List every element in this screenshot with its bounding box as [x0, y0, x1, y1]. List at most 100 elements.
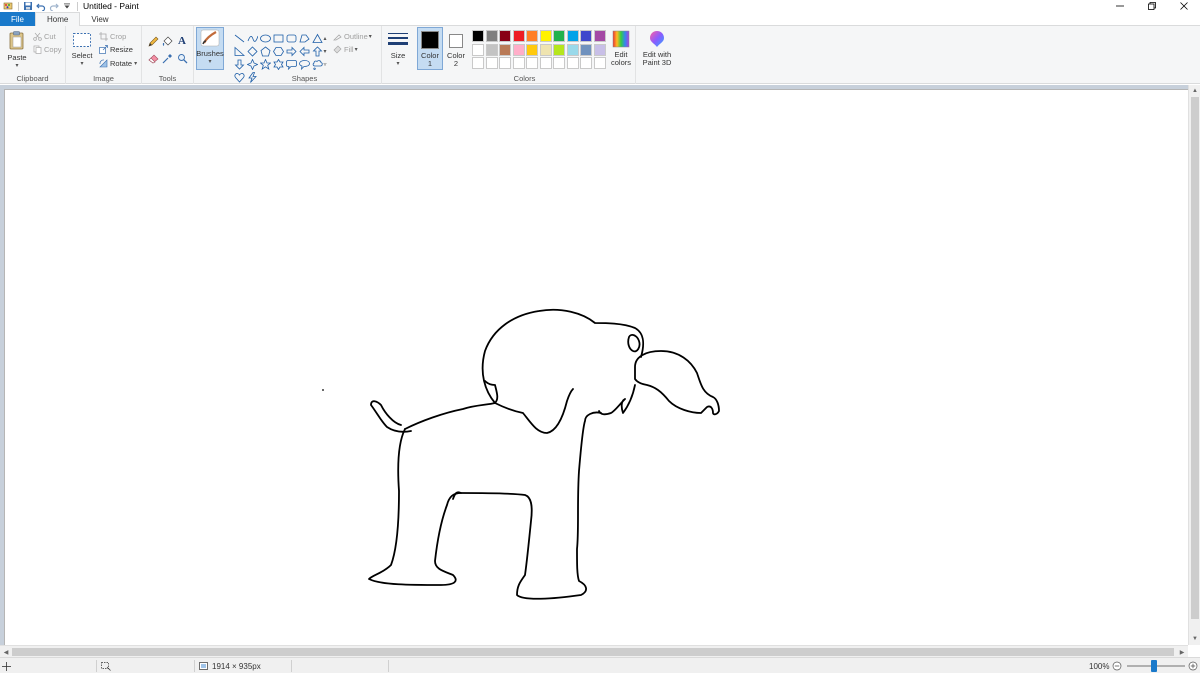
- palette-swatch[interactable]: [566, 30, 579, 42]
- down-arrow-shape-icon[interactable]: [233, 58, 245, 70]
- undo-icon[interactable]: [35, 1, 46, 12]
- magnifier-icon[interactable]: [176, 52, 188, 64]
- palette-swatch[interactable]: [593, 57, 606, 69]
- brushes-dropdown-icon[interactable]: ▾: [208, 58, 211, 66]
- oval-callout-shape-icon[interactable]: [298, 58, 310, 70]
- hexagon-shape-icon[interactable]: [272, 45, 284, 57]
- brushes-button[interactable]: Brushes ▾: [196, 27, 224, 70]
- right-arrow-shape-icon[interactable]: [285, 45, 297, 57]
- ribbon-tabs: File Home View: [0, 12, 1200, 27]
- palette-swatch[interactable]: [472, 30, 484, 42]
- rounded-callout-shape-icon[interactable]: [285, 58, 297, 70]
- edit-colors-label-2: colors: [610, 58, 631, 67]
- outline-button[interactable]: Outline ▾: [332, 30, 372, 42]
- palette-swatch[interactable]: [593, 43, 606, 56]
- palette-swatch[interactable]: [499, 43, 511, 56]
- palette-swatch[interactable]: [593, 30, 606, 42]
- palette-swatch[interactable]: [580, 30, 592, 42]
- zoom-in-icon[interactable]: [1188, 658, 1198, 673]
- vertical-scrollbar[interactable]: ▲ ▼: [1188, 85, 1200, 645]
- right-triangle-shape-icon[interactable]: [233, 45, 245, 57]
- oval-shape-icon[interactable]: [259, 32, 271, 44]
- edit-with-paint3d-button[interactable]: Edit with Paint 3D: [639, 30, 675, 67]
- palette-swatch[interactable]: [580, 43, 592, 56]
- palette-swatch[interactable]: [553, 30, 565, 42]
- palette-swatch[interactable]: [539, 43, 552, 56]
- palette-swatch[interactable]: [512, 43, 525, 56]
- color1-button[interactable]: Color 1: [417, 27, 443, 70]
- paint-app-icon[interactable]: [2, 1, 13, 12]
- six-point-star-shape-icon[interactable]: [272, 58, 284, 70]
- shapes-more-icon[interactable]: ▿: [321, 58, 329, 70]
- paste-dropdown-icon[interactable]: ▾: [15, 62, 18, 70]
- palette-swatch[interactable]: [553, 43, 565, 56]
- tab-home[interactable]: Home: [35, 12, 81, 27]
- palette-swatch[interactable]: [512, 57, 525, 69]
- size-button[interactable]: Size ▾: [385, 31, 411, 68]
- left-arrow-shape-icon[interactable]: [298, 45, 310, 57]
- color2-button[interactable]: Color 2: [445, 28, 467, 68]
- rotate-dropdown-icon[interactable]: ▾: [134, 60, 137, 67]
- color-picker-icon[interactable]: [161, 52, 173, 64]
- palette-swatch[interactable]: [553, 57, 565, 69]
- size-dropdown-icon[interactable]: ▾: [396, 60, 399, 68]
- palette-swatch[interactable]: [472, 57, 484, 69]
- save-icon[interactable]: [22, 1, 33, 12]
- pencil-icon[interactable]: [147, 35, 159, 47]
- palette-swatch[interactable]: [566, 43, 579, 56]
- resize-button[interactable]: Resize: [98, 43, 133, 55]
- palette-swatch[interactable]: [526, 57, 538, 69]
- tab-view[interactable]: View: [80, 12, 119, 26]
- palette-swatch[interactable]: [526, 30, 538, 42]
- rotate-button[interactable]: Rotate ▾: [98, 57, 137, 69]
- scroll-down-icon[interactable]: ▼: [1189, 633, 1200, 645]
- fill-bucket-icon[interactable]: [161, 35, 173, 47]
- shapes-scroll-up-icon[interactable]: ▴: [321, 32, 329, 44]
- curve-shape-icon[interactable]: [246, 32, 258, 44]
- select-button[interactable]: Select ▾: [70, 32, 94, 68]
- palette-swatch[interactable]: [485, 57, 498, 69]
- edit-colors-button[interactable]: Edit colors: [608, 30, 634, 67]
- palette-swatch[interactable]: [539, 57, 552, 69]
- horizontal-scroll-thumb[interactable]: [12, 648, 1174, 656]
- pentagon-shape-icon[interactable]: [259, 45, 271, 57]
- palette-swatch[interactable]: [485, 30, 498, 42]
- select-dropdown-icon[interactable]: ▾: [80, 60, 83, 68]
- tab-file[interactable]: File: [0, 12, 35, 26]
- zoom-slider-thumb[interactable]: [1151, 660, 1157, 672]
- crop-button[interactable]: Crop: [98, 30, 126, 42]
- drawing-canvas[interactable]: [4, 89, 1188, 645]
- palette-swatch[interactable]: [539, 30, 552, 42]
- palette-swatch[interactable]: [580, 57, 592, 69]
- rectangle-shape-icon[interactable]: [272, 32, 284, 44]
- palette-swatch[interactable]: [472, 43, 484, 56]
- scroll-up-icon[interactable]: ▲: [1189, 85, 1200, 97]
- restore-icon[interactable]: [1136, 0, 1168, 12]
- fill-button[interactable]: Fill ▾: [332, 43, 358, 55]
- palette-swatch[interactable]: [526, 43, 538, 56]
- customize-quick-access-icon[interactable]: [61, 1, 72, 12]
- four-point-star-shape-icon[interactable]: [246, 58, 258, 70]
- palette-swatch[interactable]: [485, 43, 498, 56]
- paste-button[interactable]: Paste ▾: [4, 30, 30, 70]
- palette-swatch[interactable]: [512, 30, 525, 42]
- horizontal-scrollbar[interactable]: ◀ ▶: [0, 645, 1188, 657]
- rounded-rectangle-shape-icon[interactable]: [285, 32, 297, 44]
- zoom-out-icon[interactable]: [1112, 658, 1122, 673]
- five-point-star-shape-icon[interactable]: [259, 58, 271, 70]
- palette-swatch[interactable]: [566, 57, 579, 69]
- shapes-scroll-down-icon[interactable]: ▾: [321, 45, 329, 57]
- polygon-shape-icon[interactable]: [298, 32, 310, 44]
- minimize-icon[interactable]: [1104, 0, 1136, 12]
- close-icon[interactable]: [1168, 0, 1200, 12]
- text-tool-icon[interactable]: A: [176, 35, 188, 47]
- redo-icon[interactable]: [48, 1, 59, 12]
- eraser-icon[interactable]: [147, 52, 159, 64]
- palette-swatch[interactable]: [499, 30, 511, 42]
- cut-button[interactable]: Cut: [32, 30, 56, 42]
- diamond-shape-icon[interactable]: [246, 45, 258, 57]
- palette-swatch[interactable]: [499, 57, 511, 69]
- copy-button[interactable]: Copy: [32, 43, 62, 55]
- line-shape-icon[interactable]: [233, 32, 245, 44]
- vertical-scroll-thumb[interactable]: [1191, 97, 1199, 619]
